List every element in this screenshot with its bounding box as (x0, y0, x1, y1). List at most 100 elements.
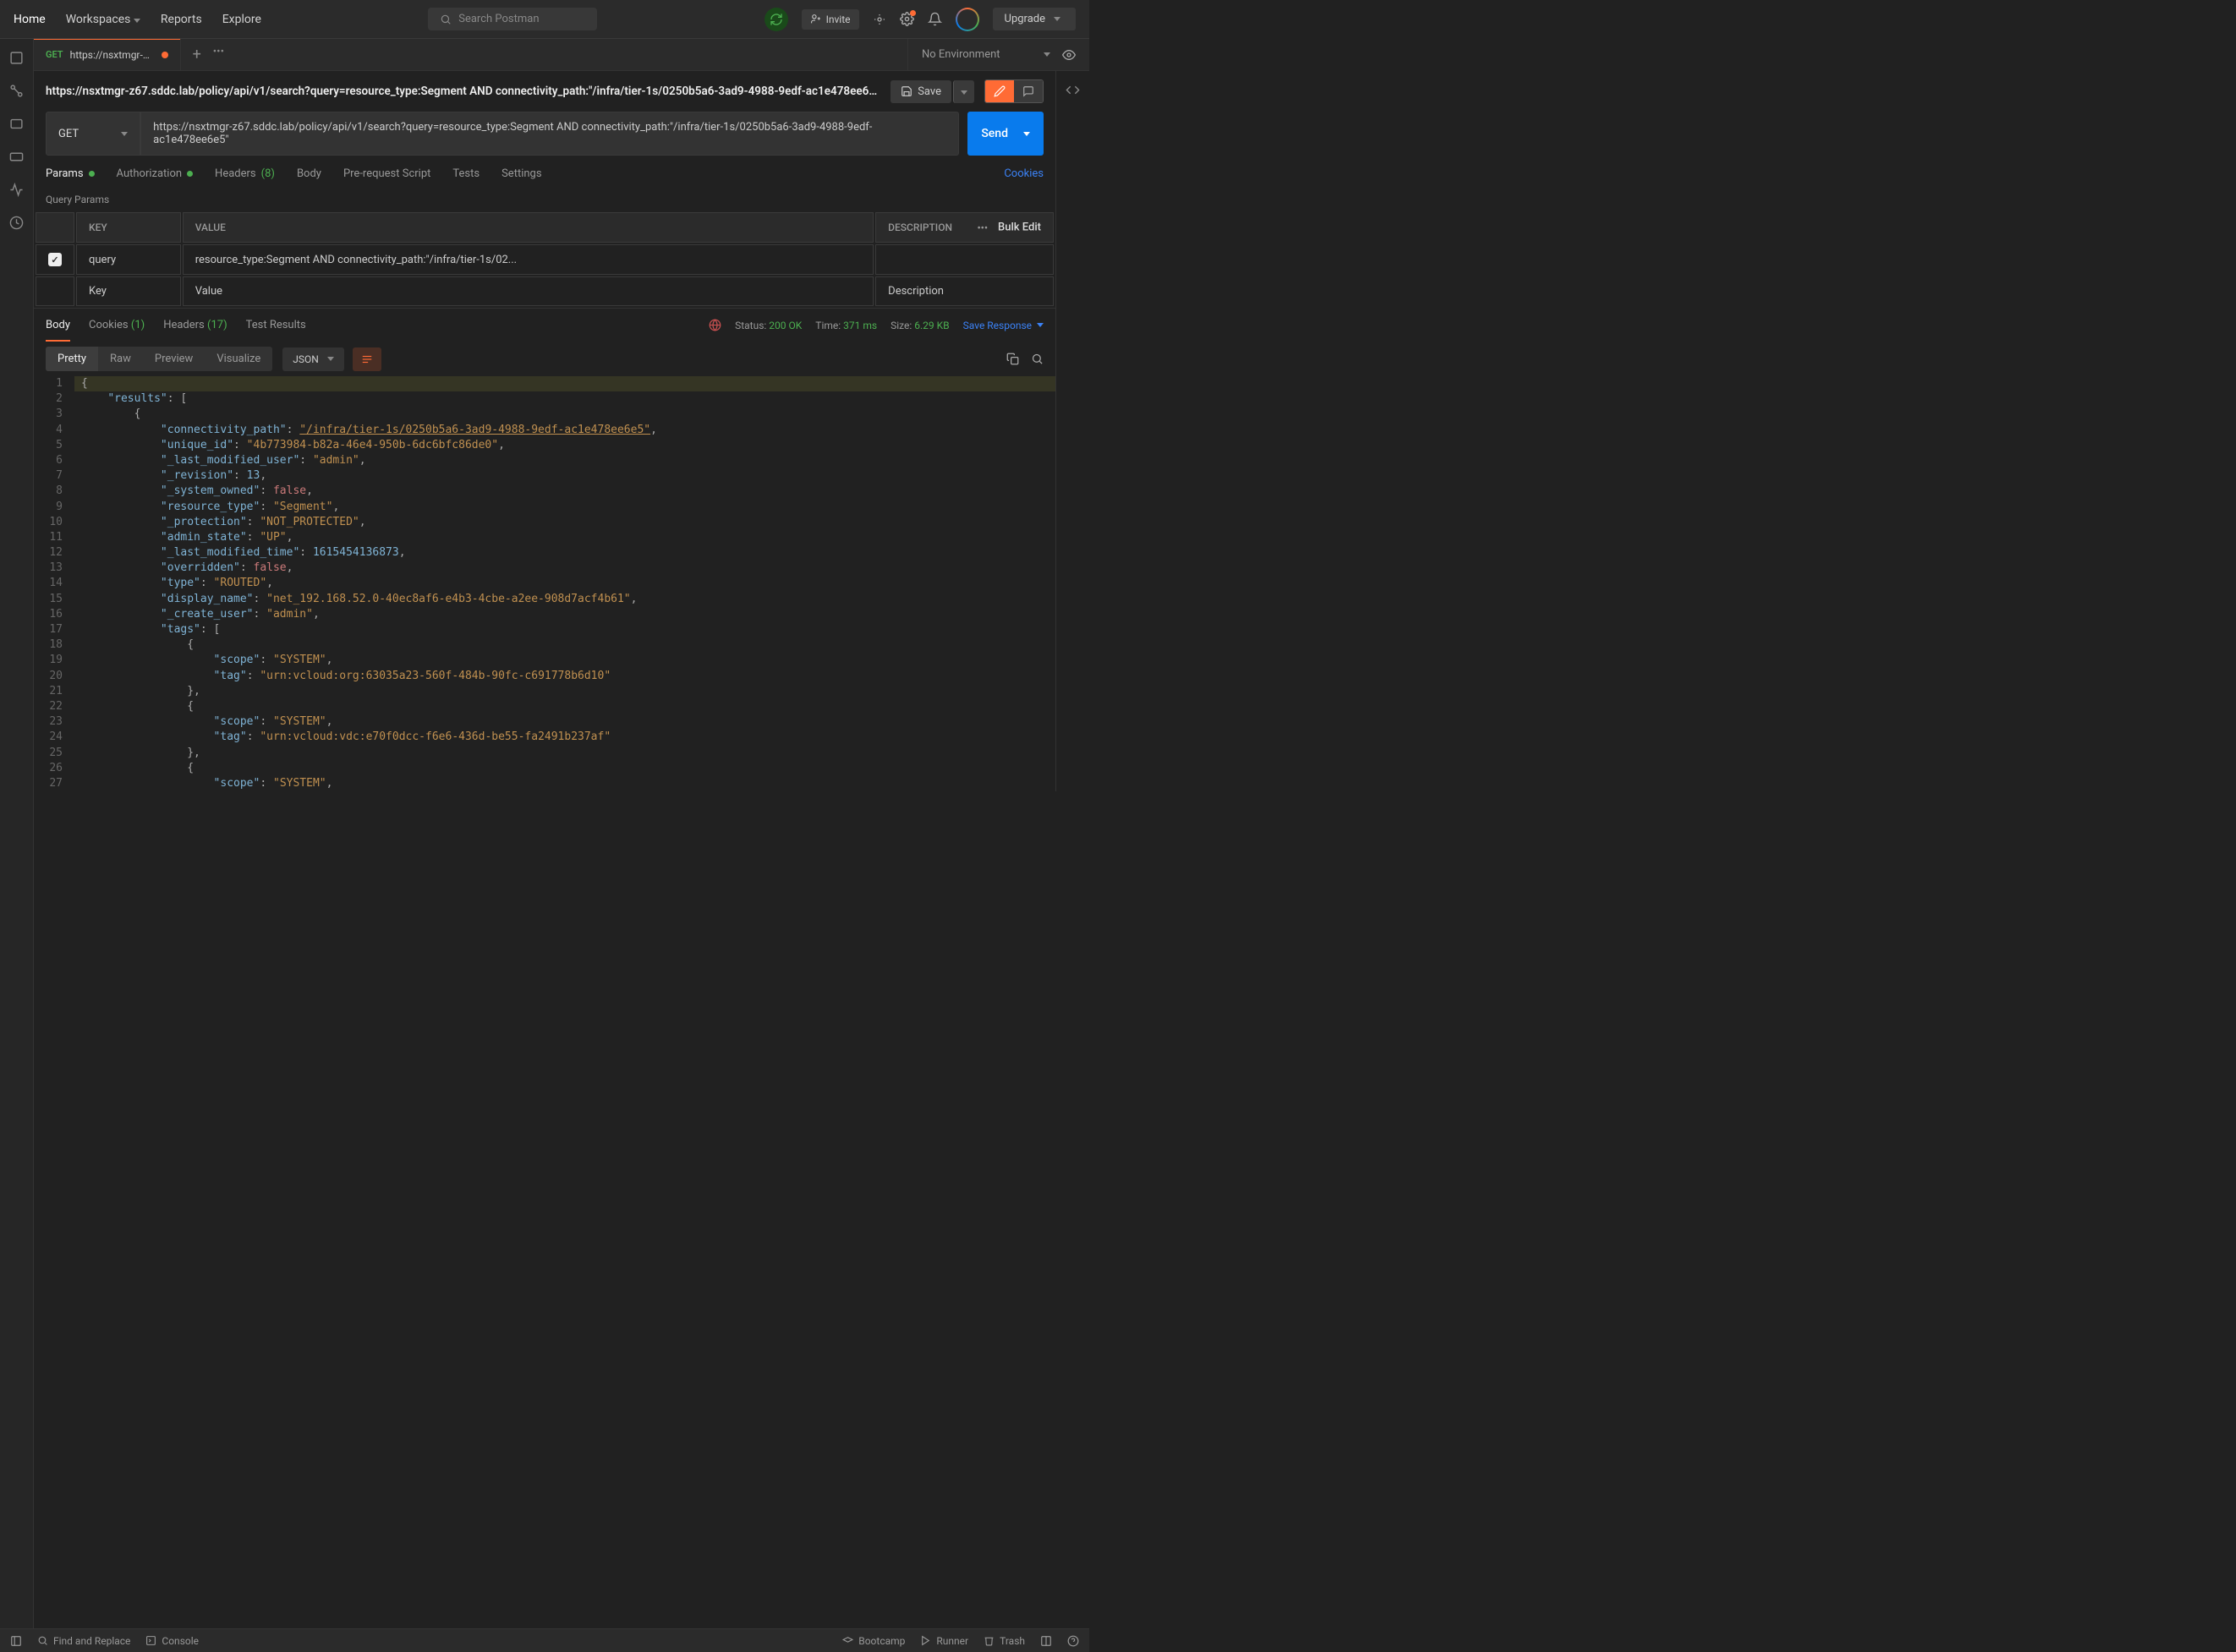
view-visualize[interactable]: Visualize (205, 347, 272, 371)
settings-icon[interactable] (900, 12, 914, 26)
nav-home[interactable]: Home (14, 13, 46, 26)
param-value-input[interactable]: resource_type:Segment AND connectivity_p… (183, 244, 874, 275)
comment-mode-button[interactable] (1014, 80, 1043, 102)
col-description: DESCRIPTION ••• Bulk Edit (875, 212, 1054, 243)
param-value-input[interactable]: Value (183, 276, 874, 306)
api-icon[interactable] (9, 84, 24, 98)
tab-tests[interactable]: Tests (452, 167, 480, 180)
network-icon[interactable] (709, 319, 721, 331)
tab-headers[interactable]: Headers (8) (215, 167, 275, 180)
invite-button[interactable]: Invite (802, 9, 859, 30)
url-input[interactable]: https://nsxtmgr-z67.sddc.lab/policy/api/… (140, 112, 959, 156)
view-preview[interactable]: Preview (143, 347, 205, 371)
help-icon[interactable] (1067, 1635, 1079, 1647)
tab-settings[interactable]: Settings (501, 167, 541, 180)
chevron-down-icon (134, 19, 140, 23)
wrap-lines-button[interactable] (353, 347, 381, 371)
find-replace-button[interactable]: Find and Replace (37, 1635, 130, 1647)
response-tab-cookies[interactable]: Cookies (1) (89, 319, 145, 331)
bell-icon[interactable] (928, 12, 942, 26)
code-icon[interactable] (1066, 83, 1080, 97)
tab-params[interactable]: Params (46, 167, 95, 180)
response-body[interactable]: 1{2 "results": [3 {4 "connectivity_path"… (34, 376, 1055, 791)
env-icon[interactable] (9, 117, 24, 131)
save-button[interactable]: Save (891, 80, 951, 103)
status-label: Status: 200 OK (735, 320, 802, 331)
comment-icon (1022, 85, 1034, 97)
search-icon[interactable] (1031, 353, 1044, 365)
search-icon (440, 14, 452, 25)
copy-icon[interactable] (1006, 353, 1019, 365)
chevron-down-icon (1044, 52, 1050, 57)
right-sidebar (1055, 71, 1089, 791)
cookies-link[interactable]: Cookies (1004, 167, 1044, 180)
col-value: VALUE (183, 212, 874, 243)
time-label: Time: 371 ms (815, 320, 877, 331)
view-raw[interactable]: Raw (98, 347, 143, 371)
edit-mode-button[interactable] (985, 80, 1014, 102)
trash-icon (984, 1635, 995, 1646)
bulk-edit-button[interactable]: Bulk Edit (998, 222, 1041, 234)
active-dot-icon (187, 171, 193, 177)
monitor-icon[interactable] (9, 183, 24, 197)
param-key-input[interactable]: query (76, 244, 181, 275)
sync-icon[interactable] (765, 8, 788, 31)
runner-button[interactable]: Runner (920, 1635, 968, 1647)
search-input[interactable]: Search Postman (428, 8, 597, 30)
tab-method-label: GET (46, 49, 63, 60)
params-table: KEY VALUE DESCRIPTION ••• Bulk Edit (34, 211, 1055, 308)
trash-button[interactable]: Trash (984, 1635, 1025, 1647)
bootcamp-button[interactable]: Bootcamp (842, 1635, 905, 1647)
tab-options-button[interactable]: ••• (213, 46, 224, 63)
chevron-down-icon (1023, 132, 1030, 136)
chevron-down-icon (121, 132, 128, 136)
format-select[interactable]: JSON (282, 347, 344, 371)
new-tab-button[interactable]: + (193, 46, 201, 63)
param-key-input[interactable]: Key (76, 276, 181, 306)
env-quicklook-icon[interactable] (1062, 48, 1076, 62)
response-tab-test-results[interactable]: Test Results (246, 319, 306, 331)
response-tab-headers[interactable]: Headers (17) (163, 319, 227, 331)
method-select[interactable]: GET (46, 112, 140, 156)
upgrade-button[interactable]: Upgrade (993, 8, 1076, 30)
wrap-icon (361, 353, 373, 365)
param-desc-input[interactable] (875, 244, 1054, 275)
sidebar-toggle-icon[interactable] (10, 1635, 22, 1647)
runner-icon (920, 1635, 931, 1646)
tab-body[interactable]: Body (297, 167, 321, 180)
request-name[interactable]: https://nsxtmgr-z67.sddc.lab/policy/api/… (46, 85, 880, 98)
history-icon[interactable] (9, 216, 24, 230)
param-row: ✓ query resource_type:Segment AND connec… (36, 244, 1054, 275)
search-icon (37, 1635, 48, 1646)
request-tab[interactable]: GET https://nsxtmgr-z... (34, 39, 181, 70)
send-button[interactable]: Send (967, 112, 1044, 156)
param-desc-input[interactable]: Description (875, 276, 1054, 306)
nav-explore[interactable]: Explore (222, 13, 261, 26)
view-pretty[interactable]: Pretty (46, 347, 98, 371)
pencil-icon (994, 85, 1006, 97)
mock-icon[interactable] (9, 150, 24, 164)
collections-icon[interactable] (9, 51, 24, 65)
topbar: Home Workspaces Reports Explore Search P… (0, 0, 1089, 39)
unsaved-indicator-icon (162, 52, 168, 58)
tab-authorization[interactable]: Authorization (117, 167, 194, 180)
param-checkbox[interactable]: ✓ (48, 253, 62, 266)
nav-workspaces[interactable]: Workspaces (66, 13, 140, 26)
bootcamp-icon (842, 1635, 853, 1646)
environment-selector[interactable]: No Environment (922, 48, 1032, 61)
save-response-button[interactable]: Save Response (963, 320, 1044, 331)
console-button[interactable]: Console (145, 1635, 199, 1647)
query-params-label: Query Params (34, 189, 1055, 211)
size-label: Size: 6.29 KB (891, 320, 950, 331)
col-key: KEY (76, 212, 181, 243)
chevron-down-icon (327, 357, 334, 361)
avatar[interactable] (956, 8, 979, 31)
response-tab-body[interactable]: Body (46, 319, 70, 331)
person-add-icon (810, 14, 821, 25)
tab-prerequest[interactable]: Pre-request Script (343, 167, 430, 180)
two-pane-icon[interactable] (1040, 1635, 1052, 1647)
save-options-button[interactable] (953, 80, 974, 103)
nav-reports[interactable]: Reports (161, 13, 202, 26)
capture-icon[interactable] (873, 13, 886, 26)
table-options-button[interactable]: ••• (977, 222, 988, 233)
